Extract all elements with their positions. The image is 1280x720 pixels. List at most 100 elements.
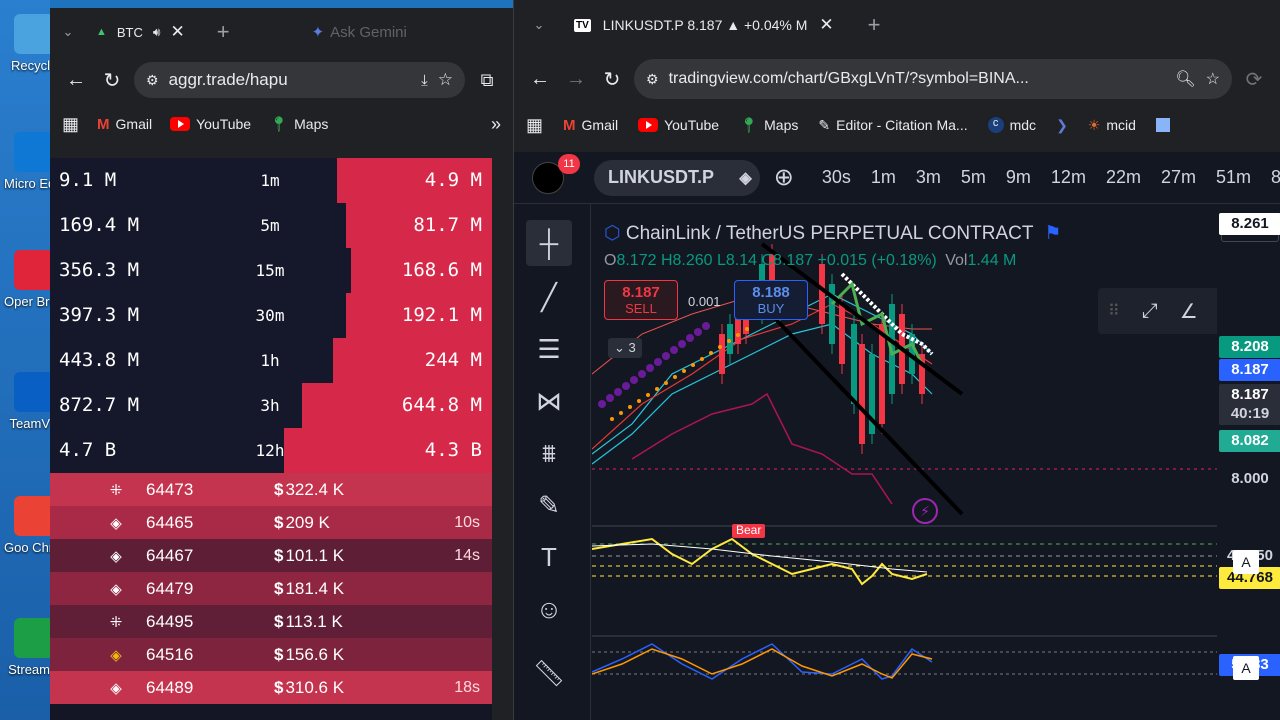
price-chart[interactable] — [592, 204, 1217, 720]
site-info-icon[interactable]: ⚙ — [146, 72, 159, 89]
reload-button[interactable]: ↻ — [98, 68, 126, 93]
angle-tool-icon[interactable]: ∠ — [1180, 299, 1198, 324]
bookmark-gmail[interactable]: M Gmail — [563, 117, 618, 134]
timeframe-option[interactable]: 9m — [1006, 167, 1031, 188]
okx-icon: ⁜ — [109, 613, 123, 631]
tab-btc[interactable]: ▲ BTC 🔊︎ ✕ — [86, 14, 195, 50]
close-tab-icon[interactable]: ✕ — [170, 22, 184, 42]
bookmark-label: YouTube — [196, 116, 252, 132]
tab-search-chevron-icon[interactable]: ⌄ — [50, 24, 86, 40]
bookmark-maps[interactable]: 📍︎ Maps — [269, 115, 328, 133]
bookmark-star-icon[interactable]: ☆ — [438, 70, 453, 90]
bookmark-youtube[interactable]: YouTube — [638, 117, 719, 133]
bookmark-youtube[interactable]: YouTube — [170, 116, 251, 132]
bookmark-label: Editor - Citation Ma... — [836, 117, 968, 133]
install-app-icon[interactable]: ⤓ — [421, 72, 428, 89]
pane-a-button[interactable]: A — [1233, 656, 1259, 680]
tab-search-chevron-icon[interactable]: ⌄ — [514, 17, 564, 33]
fib-tool-icon[interactable]: ☰ — [526, 326, 572, 372]
timeframe-option[interactable]: 27m — [1161, 167, 1196, 188]
pattern-tool-icon[interactable]: ⋈ — [526, 378, 572, 424]
extension-sync-icon[interactable]: ⟳ — [1240, 67, 1268, 92]
alert-lightning-icon[interactable]: ⚡︎ — [912, 498, 938, 524]
pane-a-button[interactable]: A — [1233, 550, 1259, 574]
timeframe-option[interactable]: 30s — [822, 167, 851, 188]
sell-button[interactable]: 8.187 SELL — [604, 280, 678, 320]
tab-linkusdt[interactable]: TV LINKUSDT.P 8.187 ▲ +0.04% M ✕ — [564, 7, 844, 43]
timeframe-option[interactable]: 12m — [1051, 167, 1086, 188]
symbol-search-button[interactable]: LINKUSDT.P ◈ — [594, 159, 760, 196]
trade-row: ◈ 64516 $156.6 K — [50, 638, 492, 671]
address-bar[interactable]: ⚙ aggr.trade/hapu ⤓ ☆ — [134, 62, 465, 98]
price-axis[interactable]: USDT 8.2618.2088.1878.18740:198.0828.000… — [1217, 204, 1280, 720]
ma-dot — [745, 327, 749, 331]
bookmark-folder-icon[interactable] — [1155, 118, 1170, 132]
text-tool-icon[interactable]: T — [526, 534, 572, 580]
apps-grid-icon[interactable]: ▦ — [62, 114, 79, 135]
brush-tool-icon[interactable]: ✎ — [526, 482, 572, 528]
bookmark-star-icon[interactable]: ☆ — [1206, 69, 1220, 89]
ruler-tool-icon[interactable]: 📏︎ — [526, 650, 572, 696]
site-info-icon[interactable]: ⚙ — [646, 71, 659, 88]
flag-icon[interactable]: ⚑ — [1044, 223, 1061, 244]
back-button[interactable]: ← — [526, 68, 554, 91]
emoji-tool-icon[interactable]: ☺ — [526, 586, 572, 632]
drag-handle-icon[interactable]: ⠿ — [1108, 301, 1120, 321]
volume-row: 9.1 M 1m 4.9 M — [50, 158, 492, 203]
desktop-icon-label: Micro Edg — [4, 176, 63, 191]
ray-tool-icon[interactable]: ⤢ — [1142, 300, 1158, 323]
tab-title: LINKUSDT.P 8.187 ▲ +0.04% M — [602, 17, 808, 33]
volume-row: 169.4 M 5m 81.7 M — [50, 203, 492, 248]
reload-button[interactable]: ↻ — [598, 67, 626, 92]
crosshair-tool-icon[interactable]: ┼ — [526, 220, 572, 266]
change-value: +0.015 (+0.18%) — [817, 252, 937, 269]
timeframe-option[interactable]: 1m — [871, 167, 896, 188]
buy-button[interactable]: 8.188 BUY — [734, 280, 808, 320]
address-bar[interactable]: ⚙ tradingview.com/chart/GBxgLVnT/?symbol… — [634, 59, 1232, 99]
bookmark-gmail[interactable]: M Gmail — [97, 116, 152, 133]
desktop-icon[interactable]: Recycl — [0, 14, 54, 73]
new-tab-button[interactable]: + — [868, 12, 881, 38]
ma-dot — [655, 387, 659, 391]
close-tab-icon[interactable]: ✕ — [819, 15, 833, 35]
desktop-icon[interactable]: Goo Chro — [0, 496, 60, 555]
bookmark-mcid[interactable]: ☀ mcid — [1088, 117, 1136, 134]
app-icon — [14, 250, 54, 290]
timeframe-option[interactable]: 3m — [916, 167, 941, 188]
zoom-icon[interactable]: 🔍︎ — [1175, 69, 1195, 89]
tab-strip: ⌄ ▲ BTC 🔊︎ ✕ + ✦ Ask Gemini — [50, 8, 513, 56]
chart-top-toolbar: 11 LINKUSDT.P ◈ ⊕ 30s 1m 3m 5m 9m 12m 22m 27m 51… — [514, 152, 1280, 204]
forward-button[interactable]: → — [562, 68, 590, 91]
chainlink-logo-icon: ⬡ — [604, 223, 621, 244]
desktop-icon[interactable]: Micro Edg — [0, 132, 63, 191]
timeframe-option[interactable]: 51m — [1216, 167, 1251, 188]
speaker-icon[interactable]: 🔊︎ — [153, 25, 161, 40]
ask-gemini-button[interactable]: ✦ Ask Gemini — [312, 23, 407, 42]
extensions-icon[interactable]: ⧉ — [473, 70, 501, 91]
notification-badge: 11 — [558, 154, 580, 174]
ma-dot — [637, 399, 641, 403]
timeframe-option[interactable]: 5m — [961, 167, 986, 188]
desktop-icon[interactable]: Stream — [0, 618, 54, 677]
more-bookmarks-icon[interactable]: » — [491, 114, 501, 135]
tradingview-app: 11 LINKUSDT.P ◈ ⊕ 30s 1m 3m 5m 9m 12m 22m 27m 51… — [514, 152, 1280, 720]
ma-dot — [662, 352, 670, 360]
forecast-tool-icon[interactable]: ⩩ — [526, 430, 572, 476]
timeframe-option[interactable]: 22m — [1106, 167, 1141, 188]
compare-add-icon[interactable]: ⊕ — [774, 163, 794, 192]
bookmark-mdc[interactable]: c mdc — [987, 117, 1036, 133]
trend-line-tool-icon[interactable]: ╱ — [526, 274, 572, 320]
bookmark-maps[interactable]: 📍︎ Maps — [739, 116, 798, 134]
new-tab-button[interactable]: + — [217, 19, 230, 45]
desktop-icon-label: Oper Brow — [4, 294, 67, 309]
ma-dot — [598, 400, 606, 408]
back-button[interactable]: ← — [62, 69, 90, 92]
legend-collapse-button[interactable]: ⌄ 3 — [608, 338, 642, 358]
bookmark-citation[interactable]: ✎ Editor - Citation Ma... — [818, 117, 967, 134]
timeframe-option[interactable]: 8 — [1271, 167, 1280, 188]
desktop-icon[interactable]: TeamV — [0, 372, 54, 431]
desktop-icon[interactable]: Oper Brow — [0, 250, 67, 309]
apps-grid-icon[interactable]: ▦ — [526, 115, 543, 136]
bookmark-arrow[interactable]: ❯ — [1056, 117, 1068, 134]
trade-price: 64467 — [146, 545, 194, 565]
